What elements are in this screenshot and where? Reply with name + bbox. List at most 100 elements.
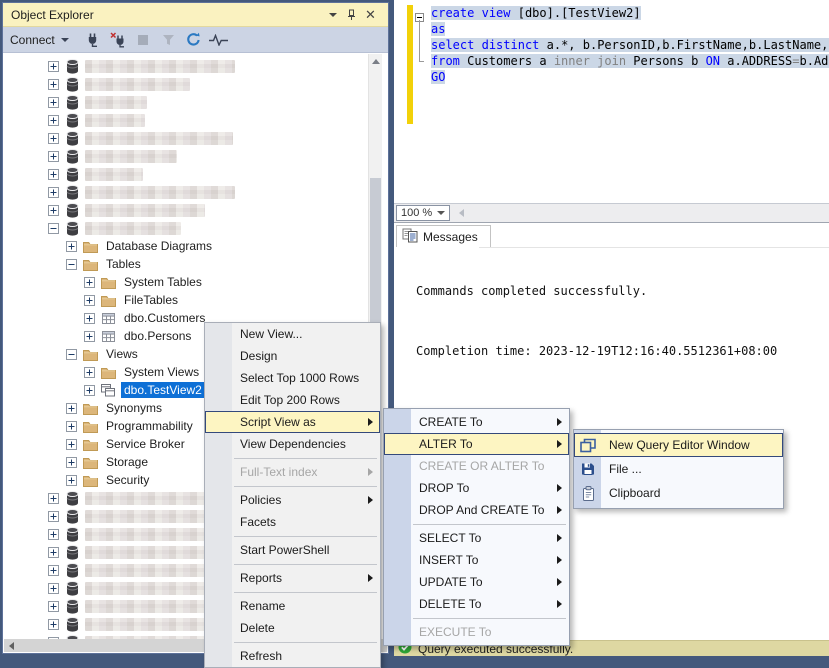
menu-item-select-top-1000-rows[interactable]: Select Top 1000 Rows: [205, 367, 380, 389]
tree-item-database[interactable]: [4, 111, 375, 129]
menu-item-clipboard[interactable]: Clipboard: [574, 481, 783, 505]
expand-icon[interactable]: [84, 295, 95, 306]
tab-messages-label: Messages: [423, 230, 478, 244]
expand-icon[interactable]: [48, 61, 59, 72]
expand-icon[interactable]: [48, 151, 59, 162]
expand-icon[interactable]: [84, 313, 95, 324]
expand-icon[interactable]: [84, 331, 95, 342]
expand-icon[interactable]: [48, 187, 59, 198]
expand-icon[interactable]: [66, 403, 77, 414]
tree-item-filetables[interactable]: FileTables: [4, 291, 375, 309]
connect-button[interactable]: Connect: [10, 33, 69, 47]
menu-item-new-query-editor-window[interactable]: New Query Editor Window: [574, 433, 783, 457]
menu-item-facets[interactable]: Facets: [205, 511, 380, 533]
menu-item-label: New Query Editor Window: [609, 438, 750, 452]
tree-item-database[interactable]: [4, 93, 375, 111]
tree-item-tables[interactable]: Tables: [4, 255, 375, 273]
menu-item-update-to[interactable]: UPDATE To: [384, 571, 569, 593]
database-icon: [64, 616, 80, 632]
refresh-icon[interactable]: [181, 29, 206, 51]
tree-item-database[interactable]: [4, 75, 375, 93]
menu-item-insert-to[interactable]: INSERT To: [384, 549, 569, 571]
collapse-icon[interactable]: [66, 259, 77, 270]
submenu-arrow-icon: [557, 506, 562, 514]
tab-messages[interactable]: Messages: [396, 225, 491, 247]
expand-icon[interactable]: [48, 565, 59, 576]
expand-icon[interactable]: [48, 601, 59, 612]
expand-icon[interactable]: [66, 421, 77, 432]
tree-item-database[interactable]: [4, 57, 375, 75]
menu-item-start-powershell[interactable]: Start PowerShell: [205, 539, 380, 561]
menu-item-script-view-as[interactable]: Script View as: [205, 411, 380, 433]
menu-item-label: Clipboard: [609, 486, 660, 500]
expand-icon[interactable]: [48, 583, 59, 594]
menu-item-create-to[interactable]: CREATE To: [384, 411, 569, 433]
zoom-level-value: 100 %: [401, 207, 432, 219]
pin-icon[interactable]: [342, 6, 361, 23]
expand-icon[interactable]: [66, 439, 77, 450]
menu-item-refresh[interactable]: Refresh: [205, 645, 380, 667]
submenu-arrow-icon: [368, 496, 373, 504]
menu-item-view-dependencies[interactable]: View Dependencies: [205, 433, 380, 455]
disconnect-plug-icon[interactable]: [106, 29, 131, 51]
filter-icon: [156, 29, 181, 51]
tree-item-database[interactable]: [4, 165, 375, 183]
close-icon[interactable]: ✕: [361, 6, 380, 23]
tree-item-database[interactable]: [4, 129, 375, 147]
scroll-left-icon[interactable]: [9, 642, 14, 650]
expand-icon[interactable]: [48, 79, 59, 90]
tree-item-database[interactable]: [4, 201, 375, 219]
menu-item-select-to[interactable]: SELECT To: [384, 527, 569, 549]
redacted-database-name: [85, 204, 205, 217]
tree-item-database[interactable]: [4, 183, 375, 201]
expand-icon[interactable]: [48, 493, 59, 504]
menu-item-label: View Dependencies: [240, 437, 346, 451]
menu-item-delete[interactable]: Delete: [205, 617, 380, 639]
menu-item-drop-and-create-to[interactable]: DROP And CREATE To: [384, 499, 569, 521]
scroll-left-icon[interactable]: [459, 209, 464, 217]
expand-icon[interactable]: [48, 547, 59, 558]
clipboard-icon: [578, 484, 598, 502]
menu-item-file[interactable]: File ...: [574, 457, 783, 481]
expand-icon[interactable]: [48, 511, 59, 522]
scroll-up-icon[interactable]: [369, 54, 382, 68]
collapse-icon[interactable]: [66, 349, 77, 360]
expand-icon[interactable]: [84, 367, 95, 378]
menu-item-policies[interactable]: Policies: [205, 489, 380, 511]
expand-icon[interactable]: [48, 205, 59, 216]
activity-monitor-icon[interactable]: [206, 29, 231, 51]
expand-icon[interactable]: [48, 133, 59, 144]
expand-icon[interactable]: [66, 241, 77, 252]
menu-item-drop-to[interactable]: DROP To: [384, 477, 569, 499]
menu-item-alter-to[interactable]: ALTER To: [384, 433, 569, 455]
code-line: select distinct a.*, b.PersonID,b.FirstN…: [431, 37, 829, 53]
expand-icon[interactable]: [48, 97, 59, 108]
expand-icon[interactable]: [48, 529, 59, 540]
expand-icon[interactable]: [66, 457, 77, 468]
tree-item-system-tables[interactable]: System Tables: [4, 273, 375, 291]
tree-item-database[interactable]: [4, 219, 375, 237]
expand-icon[interactable]: [48, 115, 59, 126]
menu-item-new-view[interactable]: New View...: [205, 323, 380, 345]
menu-item-rename[interactable]: Rename: [205, 595, 380, 617]
menu-item-delete-to[interactable]: DELETE To: [384, 593, 569, 615]
menu-item-reports[interactable]: Reports: [205, 567, 380, 589]
tree-item-database[interactable]: [4, 147, 375, 165]
submenu-arrow-icon: [368, 418, 373, 426]
expand-icon[interactable]: [66, 475, 77, 486]
expand-icon[interactable]: [48, 619, 59, 630]
expand-icon[interactable]: [84, 385, 95, 396]
submenu-arrow-icon: [557, 440, 562, 448]
vertical-scroll-thumb[interactable]: [370, 178, 381, 334]
expand-icon[interactable]: [84, 277, 95, 288]
sql-code-area[interactable]: create view [dbo].[TestView2]asselect di…: [431, 5, 829, 203]
menu-item-edit-top-200-rows[interactable]: Edit Top 200 Rows: [205, 389, 380, 411]
zoom-level-select[interactable]: 100 %: [396, 205, 450, 221]
menu-item-label: INSERT To: [419, 553, 478, 567]
connect-plug-icon[interactable]: [81, 29, 106, 51]
expand-icon[interactable]: [48, 169, 59, 180]
window-position-icon[interactable]: [323, 6, 342, 23]
collapse-icon[interactable]: [48, 223, 59, 234]
menu-item-design[interactable]: Design: [205, 345, 380, 367]
tree-item-database-diagrams[interactable]: Database Diagrams: [4, 237, 375, 255]
